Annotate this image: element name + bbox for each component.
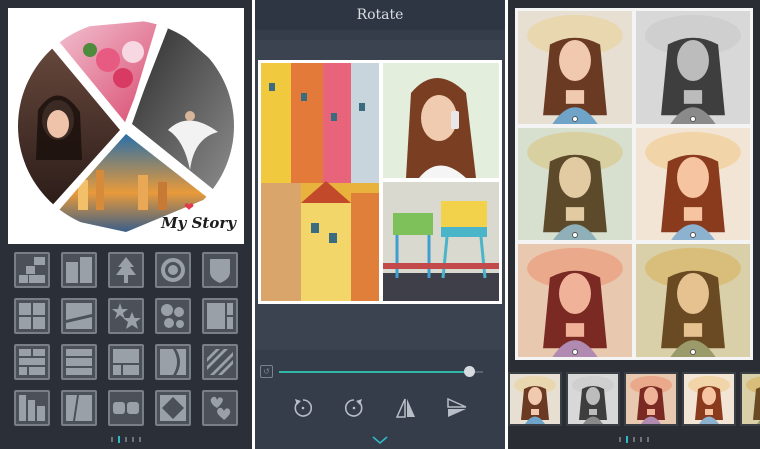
collage-editor-panel: ❤ My Story	[0, 0, 252, 449]
page-dot-active[interactable]	[626, 436, 628, 443]
grid-collage[interactable]	[258, 60, 502, 304]
filter-preview-tile[interactable]	[518, 127, 632, 241]
page-dot[interactable]	[111, 437, 113, 442]
page-dot[interactable]	[619, 437, 621, 442]
diagonal-split-template-icon[interactable]	[60, 298, 97, 334]
page-dot[interactable]	[640, 437, 642, 442]
filter-preview-tile[interactable]	[518, 11, 632, 124]
rotation-slider-row: ↺	[255, 360, 505, 384]
page-dot[interactable]	[139, 437, 141, 442]
rotate-header: Rotate	[255, 0, 505, 30]
rotate-stage	[255, 40, 505, 350]
filter-preview-tile[interactable]	[636, 127, 750, 241]
curve-split-template-icon[interactable]	[155, 344, 192, 380]
filters-panel	[508, 0, 760, 449]
flip-horizontal-icon[interactable]	[393, 395, 419, 421]
rotation-slider-fill	[279, 371, 469, 373]
pill-template-icon[interactable]	[107, 390, 144, 426]
mosaic-template-icon[interactable]	[107, 344, 144, 380]
filter-preview-tile[interactable]	[518, 244, 632, 357]
filter-grid-collage	[515, 8, 753, 360]
page-dot[interactable]	[647, 437, 649, 442]
tile-handle-icon[interactable]	[690, 348, 696, 355]
four-square-template-icon[interactable]	[13, 298, 50, 334]
circle-collage-art	[18, 20, 234, 232]
page-indicator	[0, 436, 252, 443]
bubbles-template-icon[interactable]	[155, 298, 192, 334]
filter-thumbnail[interactable]	[566, 372, 620, 426]
brick-grid-template-icon[interactable]	[13, 344, 50, 380]
reset-rotation-icon[interactable]: ↺	[260, 365, 273, 378]
filter-preview-tile[interactable]	[636, 11, 750, 124]
buildings-photo[interactable]	[261, 63, 379, 301]
tile-handle-icon[interactable]	[572, 348, 578, 355]
rotate-right-icon[interactable]	[341, 395, 367, 421]
rotation-slider[interactable]	[279, 366, 483, 377]
three-row-template-icon[interactable]	[60, 344, 97, 380]
filter-thumbnail[interactable]	[682, 372, 736, 426]
filter-thumbnail[interactable]	[740, 372, 760, 426]
tree-template-icon[interactable]	[107, 252, 144, 288]
rotate-left-icon[interactable]	[290, 395, 316, 421]
flip-vertical-icon[interactable]	[444, 395, 470, 421]
hearts-template-icon[interactable]	[202, 390, 239, 426]
stair-grid-template-icon[interactable]	[13, 252, 50, 288]
collage-caption: My Story	[161, 214, 236, 232]
column-split-template-icon[interactable]	[202, 298, 239, 334]
collage-canvas[interactable]: ❤ My Story	[8, 8, 244, 244]
two-column-template-icon[interactable]	[60, 252, 97, 288]
filter-preview-tile[interactable]	[636, 244, 750, 357]
tile-handle-icon[interactable]	[690, 115, 696, 122]
template-grid	[8, 252, 244, 426]
stars-template-icon[interactable]	[107, 298, 144, 334]
striped-template-icon[interactable]	[202, 344, 239, 380]
tile-handle-icon[interactable]	[572, 115, 578, 122]
page-dot[interactable]	[125, 437, 127, 442]
phone-girl-photo[interactable]	[383, 63, 499, 178]
filter-thumbnail[interactable]	[508, 372, 562, 426]
page-dot-active[interactable]	[118, 436, 120, 443]
rotate-panel: Rotate ↺	[255, 0, 505, 449]
circle-collage[interactable]	[18, 20, 234, 232]
shield-template-icon[interactable]	[202, 252, 239, 288]
grid-collage-art	[261, 63, 499, 301]
rotation-slider-handle[interactable]	[463, 366, 475, 377]
trapezoid-template-icon[interactable]	[60, 390, 97, 426]
bars-template-icon[interactable]	[13, 390, 50, 426]
filter-thumbnail-strip	[508, 372, 760, 428]
filter-thumbnail[interactable]	[624, 372, 678, 426]
page-dot[interactable]	[633, 437, 635, 442]
heart-icon: ❤	[183, 200, 194, 214]
chairs-photo[interactable]	[383, 182, 499, 301]
diamond-template-icon[interactable]	[155, 390, 192, 426]
chevron-down-icon[interactable]	[370, 435, 390, 445]
page-dot[interactable]	[132, 437, 134, 442]
rotate-toolbar	[255, 388, 505, 428]
page-title: Rotate	[356, 7, 404, 23]
target-circle-template-icon[interactable]	[155, 252, 192, 288]
page-indicator	[508, 436, 760, 443]
